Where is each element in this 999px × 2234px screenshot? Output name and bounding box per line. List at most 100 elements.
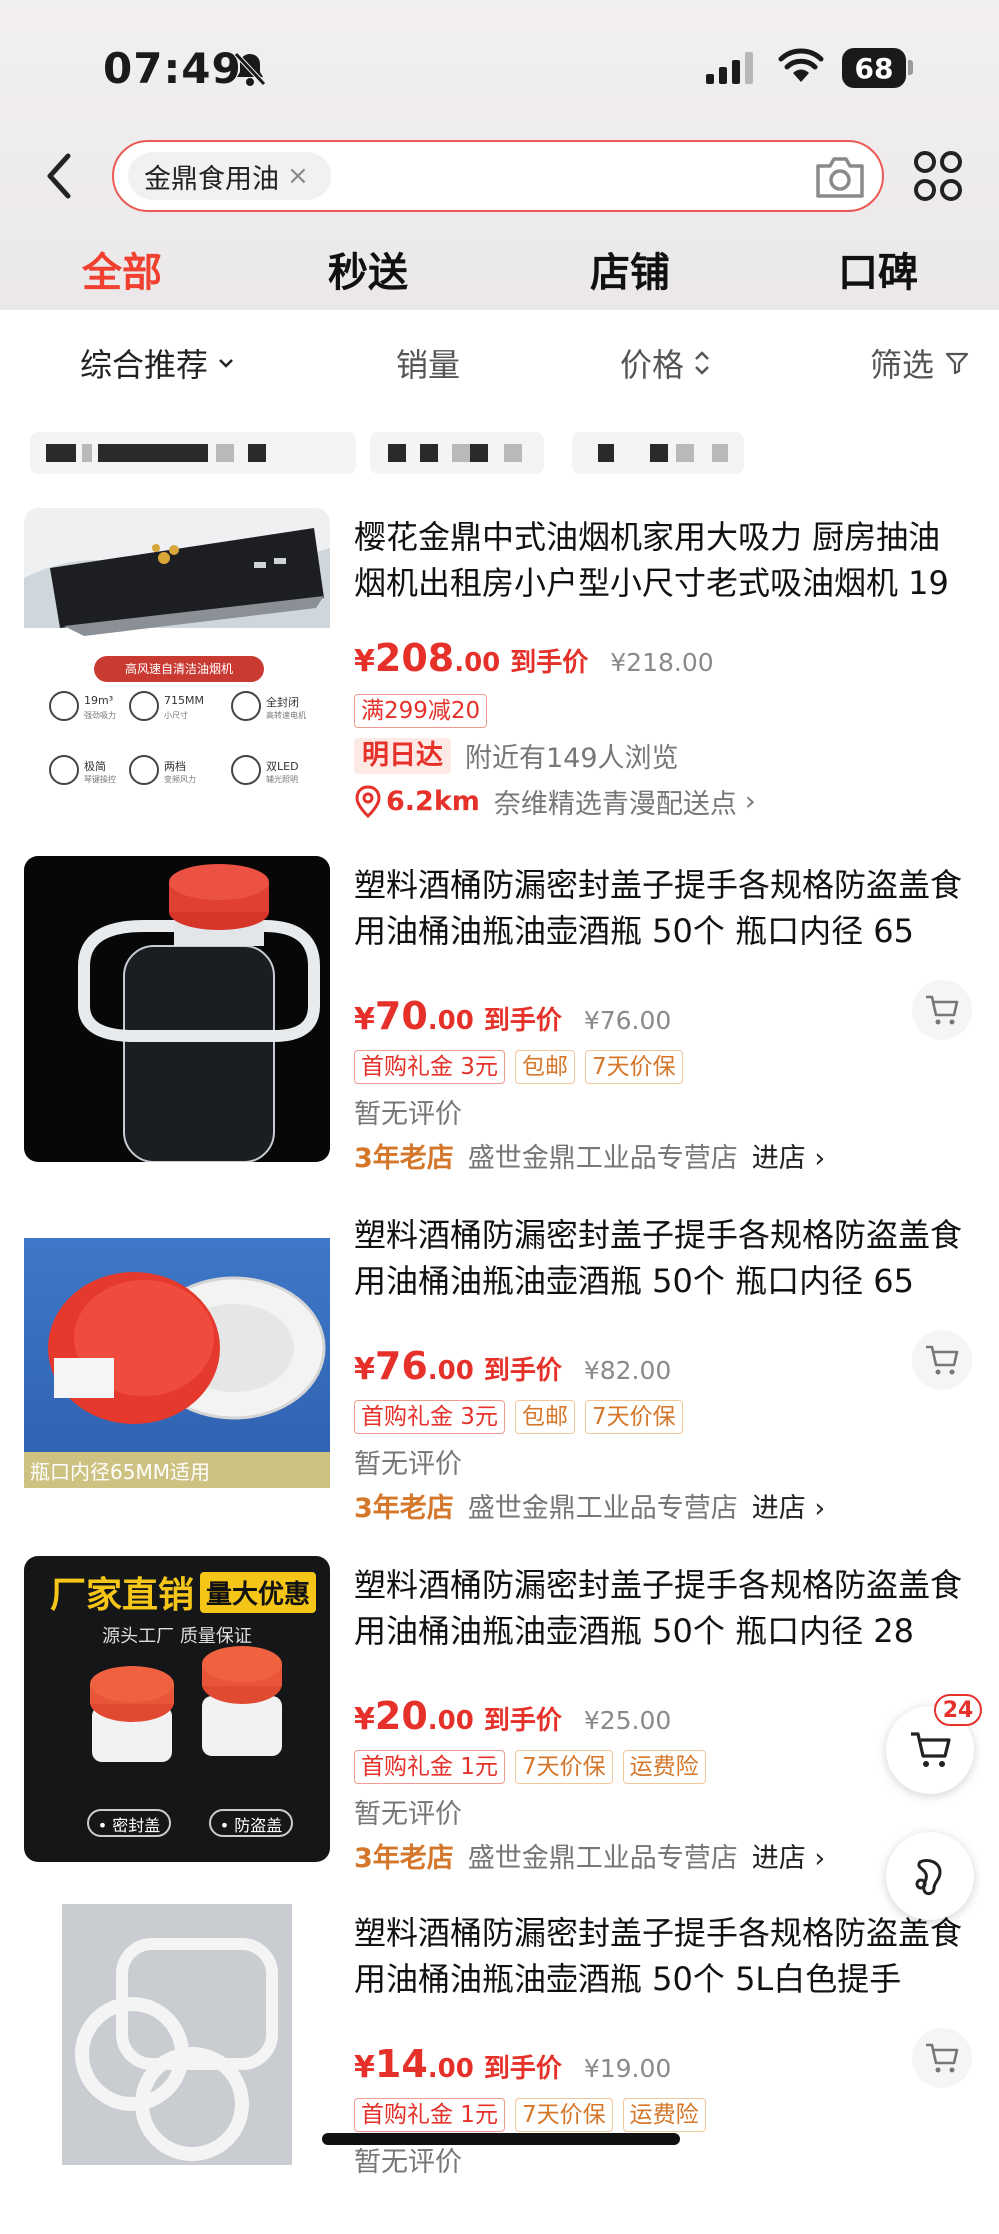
redacted-block — [388, 444, 406, 462]
redacted-block — [216, 444, 234, 462]
image-caption: 瓶口内径65MM适用 — [30, 1460, 210, 1484]
tab-instant-delivery[interactable]: 秒送 — [328, 240, 408, 298]
original-price: ¥218.00 — [610, 648, 714, 677]
image-spec: 19m³ — [84, 694, 114, 707]
sort-comprehensive[interactable]: 综合推荐 — [80, 340, 236, 386]
product-image[interactable] — [24, 856, 330, 1162]
original-price: ¥19.00 — [583, 2054, 672, 2083]
product-card[interactable]: 塑料酒桶防漏密封盖子提手各规格防盗盖食用油桶油瓶油壶酒瓶 50个 5L白色提手 … — [0, 1904, 999, 2234]
tab-all[interactable]: 全部 — [82, 240, 162, 298]
original-price: ¥25.00 — [583, 1706, 672, 1735]
cart-icon — [926, 2043, 959, 2073]
search-bar[interactable]: 金鼎食用油 × — [112, 140, 884, 212]
sort-sales[interactable]: 销量 — [396, 340, 460, 386]
more-options-grid-icon[interactable] — [912, 148, 964, 204]
redacted-block — [82, 444, 92, 462]
price: ¥20.00 — [354, 1694, 474, 1738]
promo-tag: 运费险 — [622, 2098, 706, 2132]
product-image[interactable]: 厂家直销 量大优惠 源头工厂 质量保证 • 密封盖 • 防盗盖 — [24, 1556, 330, 1862]
product-title[interactable]: 塑料酒桶防漏密封盖子提手各规格防盗盖食用油桶油瓶油壶酒瓶 50个 瓶口内径 65 — [354, 1212, 966, 1304]
enter-store-link[interactable]: 进店 › — [752, 1136, 825, 1175]
image-label: • 防盗盖 — [219, 1816, 283, 1835]
chevron-right-icon: › — [744, 786, 756, 817]
image-spec: 极简 — [84, 760, 106, 773]
image-label: • 密封盖 — [97, 1816, 161, 1835]
sort-bar: 综合推荐 销量 价格 筛选 — [0, 310, 999, 410]
suggestion-pill[interactable] — [30, 432, 356, 474]
store-row[interactable]: 3年老店 盛世金鼎工业品专营店 进店 › — [354, 1136, 825, 1175]
cellular-signal-icon — [706, 52, 753, 84]
redacted-block — [420, 444, 438, 462]
store-name: 盛世金鼎工业品专营店 — [467, 1493, 738, 1524]
promo-tag: 首购礼金 3元 — [354, 1050, 505, 1084]
promo-tags: 首购礼金 3元 包邮 7天价保 — [354, 1050, 683, 1084]
final-price-label: 到手价 — [483, 1706, 562, 1736]
redacted-block — [248, 444, 266, 462]
suggestion-pill[interactable] — [370, 432, 544, 474]
promo-tag: 7天价保 — [584, 1400, 683, 1434]
enter-store-link[interactable]: 进店 › — [752, 1836, 825, 1875]
add-to-cart-button[interactable] — [912, 2028, 972, 2088]
delivery-row: 明日达 附近有149人浏览 — [354, 736, 679, 775]
promo-tag: 7天价保 — [514, 1750, 613, 1784]
final-price-label: 到手价 — [483, 1006, 562, 1036]
store-age: 3年老店 — [354, 1843, 454, 1874]
image-banner-text: 高风速自清洁油烟机 — [124, 662, 233, 676]
product-card[interactable]: 高风速自清洁油烟机 19m³ 强劲吸力 715MM 小尺寸 全封闭 高转速电机 … — [0, 508, 999, 838]
promo-tag: 首购礼金 1元 — [354, 1750, 505, 1784]
product-card[interactable]: 厂家直销 量大优惠 源头工厂 质量保证 • 密封盖 • 防盗盖 塑料酒桶防漏密封… — [0, 1556, 999, 1886]
sort-price[interactable]: 价格 — [620, 340, 712, 386]
redacted-block — [46, 444, 76, 462]
redacted-block — [470, 444, 488, 462]
image-spec: 辅光照明 — [266, 775, 298, 784]
price-row: ¥14.00 到手价 ¥19.00 — [354, 2042, 671, 2086]
cart-icon — [911, 1732, 951, 1767]
sort-comprehensive-label: 综合推荐 — [80, 346, 209, 384]
redacted-block — [712, 444, 728, 462]
store-row[interactable]: 3年老店 盛世金鼎工业品专营店 进店 › — [354, 1486, 825, 1525]
status-bar: 07:49 68 — [0, 0, 999, 140]
redacted-block — [452, 444, 470, 462]
tab-stores[interactable]: 店铺 — [590, 240, 670, 298]
final-price-label: 到手价 — [510, 648, 589, 678]
store-row[interactable]: 3年老店 盛世金鼎工业品专营店 进店 › — [354, 1836, 825, 1875]
enter-store-link[interactable]: 进店 › — [752, 1486, 825, 1525]
clear-query-icon[interactable]: × — [287, 161, 309, 191]
battery-nub — [908, 60, 913, 75]
promo-tags: 首购礼金 3元 包邮 7天价保 — [354, 1400, 683, 1434]
redacted-block — [98, 444, 208, 462]
search-query-chip[interactable]: 金鼎食用油 × — [128, 152, 331, 200]
price-row: ¥20.00 到手价 ¥25.00 — [354, 1694, 671, 1738]
redacted-block — [676, 444, 694, 462]
product-image[interactable] — [62, 1904, 292, 2165]
filter-funnel-icon — [945, 352, 969, 375]
back-arrow-icon[interactable] — [40, 150, 80, 202]
store-name: 盛世金鼎工业品专营店 — [467, 1843, 738, 1874]
suggestion-pill[interactable] — [572, 432, 744, 474]
price-row: ¥76.00 到手价 ¥82.00 — [354, 1344, 671, 1388]
promo-tag: 7天价保 — [584, 1050, 683, 1084]
final-price-label: 到手价 — [483, 1356, 562, 1386]
price: ¥208.00 — [354, 636, 501, 680]
shop-name: 奈维精选青漫配送点 — [493, 789, 737, 820]
sort-updown-icon — [695, 351, 709, 375]
location-row[interactable]: 6.2km 奈维精选青漫配送点 › — [354, 782, 756, 821]
price-row: ¥208.00 到手价 ¥218.00 — [354, 636, 714, 680]
product-title[interactable]: 塑料酒桶防漏密封盖子提手各规格防盗盖食用油桶油瓶油壶酒瓶 50个 5L白色提手 — [354, 1910, 966, 2002]
product-image[interactable]: 高风速自清洁油烟机 19m³ 强劲吸力 715MM 小尺寸 全封闭 高转速电机 … — [24, 508, 330, 814]
original-price: ¥82.00 — [583, 1356, 672, 1385]
tab-reviews[interactable]: 口碑 — [838, 240, 918, 298]
product-image[interactable]: 瓶口内径65MM适用 — [24, 1238, 330, 1488]
product-card[interactable]: 瓶口内径65MM适用 塑料酒桶防漏密封盖子提手各规格防盗盖食用油桶油瓶油壶酒瓶 … — [0, 1206, 999, 1536]
add-to-cart-button[interactable] — [912, 1330, 972, 1390]
footprint-icon — [915, 1858, 942, 1896]
product-card[interactable]: 塑料酒桶防漏密封盖子提手各规格防盗盖食用油桶油瓶油壶酒瓶 50个 瓶口内径 65… — [0, 856, 999, 1186]
product-title[interactable]: 塑料酒桶防漏密封盖子提手各规格防盗盖食用油桶油瓶油壶酒瓶 50个 瓶口内径 28 — [354, 1562, 966, 1654]
final-price-label: 到手价 — [483, 2054, 562, 2084]
add-to-cart-button[interactable] — [912, 980, 972, 1040]
product-title[interactable]: 樱花金鼎中式油烟机家用大吸力 厨房抽油烟机出租房小户型小尺寸老式吸油烟机 19 — [354, 514, 966, 606]
sort-filter[interactable]: 筛选 — [870, 340, 970, 386]
product-title[interactable]: 塑料酒桶防漏密封盖子提手各规格防盗盖食用油桶油瓶油壶酒瓶 50个 瓶口内径 65 — [354, 862, 966, 954]
camera-icon[interactable] — [814, 154, 866, 200]
floating-feedback-button[interactable] — [886, 1832, 974, 1920]
